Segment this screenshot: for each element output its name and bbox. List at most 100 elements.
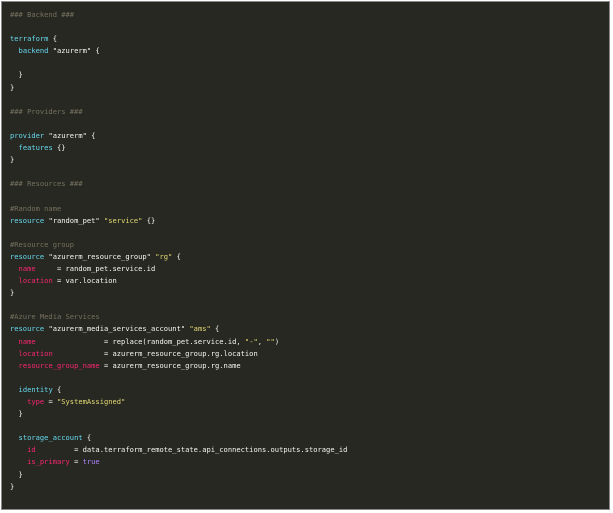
- code-token-plain: {: [86, 130, 96, 140]
- code-line: }: [10, 469, 347, 481]
- code-token-keyword: identity: [18, 384, 53, 394]
- code-token-plain: =: [44, 397, 57, 406]
- code-line: }: [10, 82, 347, 94]
- code-token-plain: {: [172, 251, 181, 261]
- code-token-plain: = replace(random_pet.service.id,: [35, 336, 245, 346]
- code-line: location = azurerm_resource_group.rg.loc…: [10, 348, 347, 360]
- code-token-keyword: provider: [10, 130, 45, 140]
- code-token-bool: true: [82, 457, 100, 467]
- code-token-plain: }: [10, 481, 15, 491]
- code-line: storage_account {: [10, 432, 347, 444]
- code-line: }: [10, 154, 347, 166]
- code-line: }: [10, 408, 347, 420]
- code-line: }: [10, 481, 347, 493]
- code-token-string: "ams": [189, 324, 211, 334]
- code-token-plain: {: [48, 34, 57, 44]
- code-token-attr: name: [18, 336, 36, 346]
- code-token-string: "service": [103, 215, 143, 225]
- code-block: ### Backend ### terraform { backend "azu…: [1, 1, 610, 510]
- code-token-plain: }: [10, 155, 15, 165]
- code-token-plain: {}: [142, 215, 156, 225]
- code-token-plain: = var.location: [52, 276, 117, 286]
- code-token-plain: {: [82, 433, 92, 443]
- code-token-plain: "azurerm_media_services_account": [48, 324, 186, 334]
- code-token-plain: ): [274, 336, 280, 346]
- code-line: resource "azurerm_resource_group" "rg" {: [10, 251, 347, 263]
- code-token-plain: = azurerm_resource_group.rg.location: [52, 348, 258, 358]
- code-line: backend "azurerm" {: [10, 45, 347, 57]
- code-token-plain: }: [10, 409, 23, 419]
- code-token-plain: "random_pet": [48, 215, 100, 225]
- code-token-string: "SystemAssigned": [57, 397, 126, 406]
- code-token-attr: name: [18, 263, 36, 273]
- code-token-plain: "azurerm_resource_group": [48, 251, 151, 261]
- code-token-plain: }: [10, 82, 15, 92]
- code-line: #Random name: [10, 203, 347, 215]
- code-line: features {}: [10, 142, 347, 154]
- code-line: }: [10, 69, 347, 81]
- code-line: provider "azurerm" {: [10, 130, 347, 142]
- code-token-keyword: terraform: [10, 34, 49, 44]
- code-line: location = var.location: [10, 275, 347, 287]
- code-token-plain: =: [69, 457, 83, 467]
- code-token-plain: ,: [257, 336, 267, 346]
- code-line: id = data.terraform_remote_state.api_con…: [10, 444, 347, 456]
- code-token-plain: {: [91, 46, 100, 56]
- code-line: #Azure Media Services: [10, 311, 347, 323]
- code-line: #Resource group: [10, 239, 347, 251]
- code-token-attr: location: [18, 276, 53, 286]
- code-token-comment: #Resource group: [10, 239, 75, 249]
- code-token-plain: = data.terraform_remote_state.api_connec…: [35, 445, 348, 455]
- code-token-plain: "azurerm": [52, 46, 92, 56]
- code-line: resource "random_pet" "service" {}: [10, 215, 347, 227]
- code-line: is_primary = true: [10, 456, 347, 468]
- code-token-plain: {: [210, 324, 220, 334]
- code-token-keyword: backend: [18, 46, 49, 56]
- code-line: identity {: [10, 384, 347, 396]
- code-token-plain: = random_pet.service.id: [35, 263, 156, 273]
- code-token-string: "-": [244, 336, 258, 346]
- code-token-attr: location: [18, 348, 53, 358]
- code-token-comment: ### Providers ###: [10, 106, 83, 116]
- code-token-keyword: resource: [10, 251, 45, 261]
- code-token-plain: }: [10, 70, 23, 80]
- code-line: ### Backend ###: [10, 9, 347, 21]
- code-token-comment: ### Resources ###: [10, 179, 83, 189]
- code-line: ### Resources ###: [10, 178, 347, 190]
- code-token-plain: "azurerm": [48, 130, 87, 140]
- code-token-comment: #Random name: [10, 203, 62, 213]
- code-token-plain: }: [10, 469, 23, 479]
- code-token-plain: {: [52, 384, 62, 394]
- code-token-keyword: storage_account: [18, 433, 83, 443]
- code-token-comment: ### Backend ###: [10, 10, 75, 19]
- code-token-attr: is_primary: [27, 457, 70, 467]
- code-token-plain: = azurerm_resource_group.rg.name: [99, 360, 241, 370]
- code-token-comment: #Azure Media Services: [10, 312, 100, 322]
- code-line: }: [10, 287, 347, 299]
- code-line: terraform {: [10, 33, 347, 45]
- code-token-string: "": [266, 336, 275, 346]
- code-token-string: "rg": [155, 251, 173, 261]
- code-token-plain: }: [10, 288, 15, 298]
- code-token-keyword: resource: [10, 215, 45, 225]
- code-token-attr: type: [27, 397, 45, 406]
- code-line: name = random_pet.service.id: [10, 263, 347, 275]
- code-line: name = replace(random_pet.service.id, "-…: [10, 336, 347, 348]
- code-line: resource "azurerm_media_services_account…: [10, 323, 347, 335]
- code-token-attr: id: [27, 445, 36, 455]
